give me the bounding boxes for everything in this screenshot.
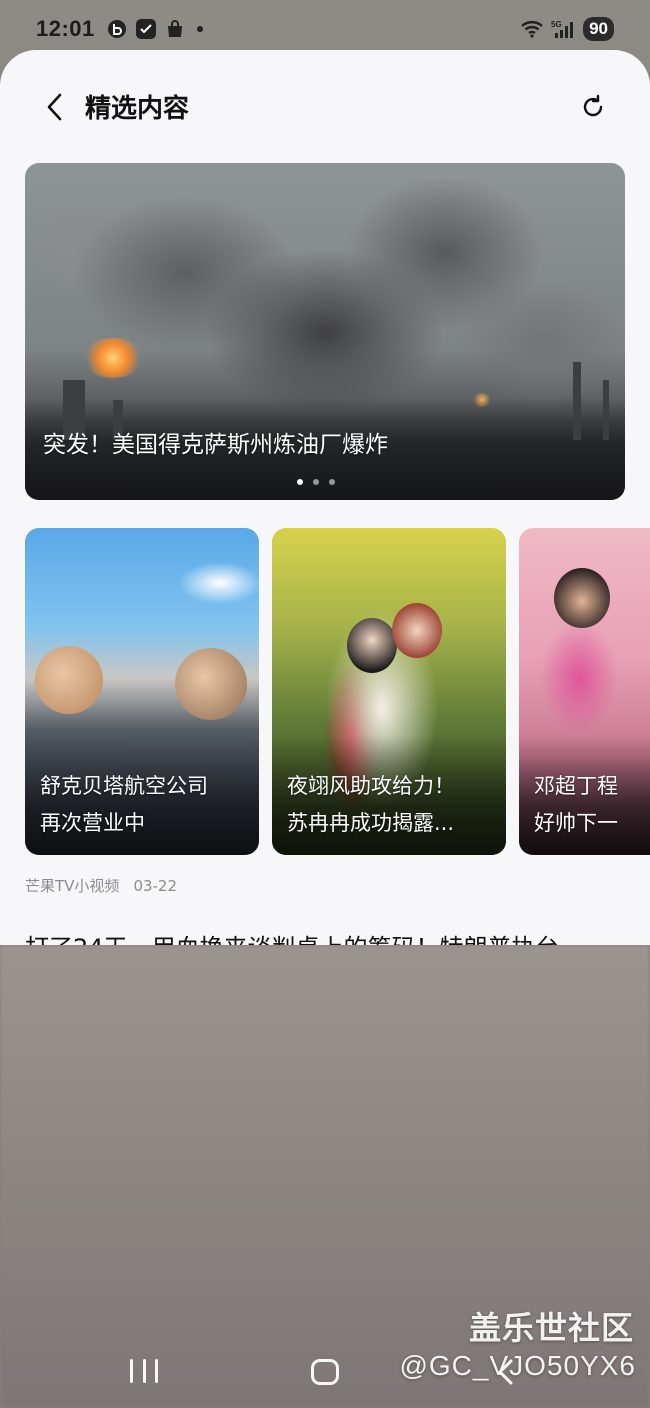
content-meta: 芒果TV小视频 03-22 (25, 875, 177, 896)
home-button[interactable] (311, 1359, 339, 1385)
video-card[interactable]: 夜翊风助攻给力！ 苏冉冉成功揭露... (272, 528, 506, 855)
pagination-dot (313, 479, 319, 485)
video-card-row: 舒克贝塔航空公司 再次营业中 夜翊风助攻给力！ 苏冉冉成功揭露... 邓超丁程 … (25, 528, 650, 855)
content-sheet: 精选内容 突发！美国得克萨斯州炼油厂爆炸 舒克贝塔航空公司 再次营业中 夜翊风助… (0, 50, 650, 945)
back-icon (498, 1359, 513, 1385)
article-title[interactable]: 打了24天，用血换来谈判桌上的筹码！特朗普执台 (25, 928, 560, 945)
card-title-line1: 邓超丁程 (534, 774, 618, 798)
recent-apps-icon (130, 1359, 133, 1383)
pagination-dot (297, 479, 303, 485)
shopping-bag-icon (167, 20, 182, 37)
status-time: 12:01 (36, 16, 95, 41)
card-title-line2: 好帅下一 (534, 811, 618, 835)
card-title-line2: 再次营业中 (40, 811, 145, 835)
pagination-dot (329, 479, 335, 485)
card-title-line1: 舒克贝塔航空公司 (40, 774, 208, 798)
video-card[interactable]: 邓超丁程 好帅下一 (519, 528, 650, 855)
content-date: 03-22 (133, 877, 178, 895)
wifi-icon (521, 21, 543, 38)
card-image-person (554, 568, 610, 628)
svg-text:5G: 5G (551, 20, 562, 29)
video-card[interactable]: 舒克贝塔航空公司 再次营业中 (25, 528, 259, 855)
game-icon (135, 19, 156, 39)
card-title-line2: 苏冉冉成功揭露... (287, 811, 455, 835)
signal-5g-icon: 5G (551, 20, 574, 38)
banner-pagination (297, 479, 335, 485)
page-title: 精选内容 (85, 94, 190, 124)
back-chevron-icon (47, 93, 62, 121)
featured-banner[interactable]: 突发！美国得克萨斯州炼油厂爆炸 (25, 163, 625, 500)
recent-apps-button[interactable] (130, 1359, 158, 1385)
watermark-brand: 盖乐世社区 (468, 1309, 634, 1347)
card-image-anime (347, 618, 397, 673)
banner-image-fire (83, 338, 143, 378)
refresh-icon (583, 94, 603, 117)
card-image-cartoon (35, 646, 103, 714)
header: 精选内容 (0, 50, 650, 165)
refresh-button[interactable] (576, 90, 610, 124)
b-app-icon (107, 20, 126, 38)
banner-caption: 突发！美国得克萨斯州炼油厂爆炸 (43, 432, 388, 458)
nav-back-button[interactable] (495, 1359, 519, 1385)
content-source: 芒果TV小视频 (25, 877, 120, 895)
back-button[interactable] (38, 90, 72, 124)
notification-dot-icon (196, 26, 203, 32)
battery-icon: 90 (583, 17, 614, 41)
card-title-line1: 夜翊风助攻给力！ (287, 774, 455, 798)
